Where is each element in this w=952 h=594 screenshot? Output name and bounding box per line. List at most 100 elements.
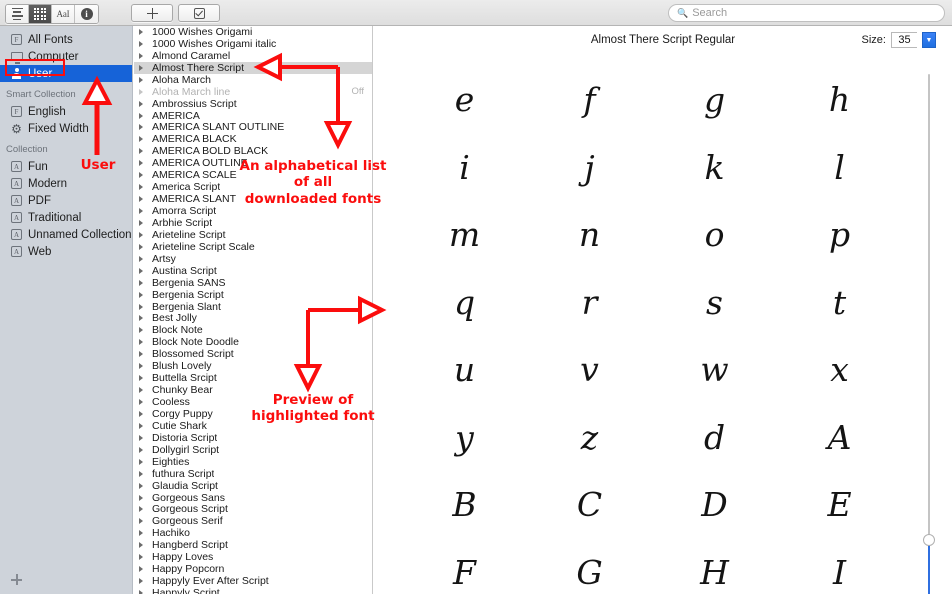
size-stepper-button[interactable]: ▼: [922, 32, 936, 48]
disclosure-triangle-icon[interactable]: [139, 542, 147, 549]
disclosure-triangle-icon[interactable]: [139, 399, 147, 406]
font-list-row[interactable]: Eighties: [134, 456, 372, 468]
glyph-cell[interactable]: o: [652, 201, 777, 269]
font-list-row[interactable]: Dollygirl Script: [134, 444, 372, 456]
disclosure-triangle-icon[interactable]: [139, 494, 147, 501]
disclosure-triangle-icon[interactable]: [139, 470, 147, 477]
glyph-cell[interactable]: m: [402, 201, 527, 269]
glyph-cell[interactable]: l: [777, 134, 902, 202]
disclosure-triangle-icon[interactable]: [139, 506, 147, 513]
font-list-row[interactable]: Happyly Ever After Script: [134, 575, 372, 587]
disclosure-triangle-icon[interactable]: [139, 219, 147, 226]
glyph-cell[interactable]: F: [402, 539, 527, 594]
glyph-cell[interactable]: g: [652, 66, 777, 134]
glyph-cell[interactable]: t: [777, 269, 902, 337]
font-list-row[interactable]: Happyly Script: [134, 587, 372, 594]
disclosure-triangle-icon[interactable]: [139, 279, 147, 286]
disclosure-triangle-icon[interactable]: [139, 351, 147, 358]
glyph-cell[interactable]: I: [777, 539, 902, 594]
disclosure-triangle-icon[interactable]: [139, 566, 147, 573]
sidebar-item-all-fonts[interactable]: F All Fonts: [0, 31, 132, 48]
disclosure-triangle-icon[interactable]: [139, 375, 147, 382]
glyph-cell[interactable]: q: [402, 269, 527, 337]
glyph-cell[interactable]: H: [652, 539, 777, 594]
disclosure-triangle-icon[interactable]: [139, 148, 147, 155]
glyph-cell[interactable]: y: [402, 404, 527, 472]
sidebar-item-traditional[interactable]: A Traditional: [0, 209, 132, 226]
glyph-cell[interactable]: h: [777, 66, 902, 134]
sidebar-item-unnamed-collection[interactable]: A Unnamed Collection: [0, 226, 132, 243]
glyph-cell[interactable]: k: [652, 134, 777, 202]
sidebar-item-web[interactable]: A Web: [0, 243, 132, 260]
font-list-row[interactable]: Aloha March line Off: [134, 86, 372, 98]
font-list-row[interactable]: Aloha March: [134, 74, 372, 86]
font-list-row[interactable]: Austina Script: [134, 265, 372, 277]
font-list-row[interactable]: Hachiko: [134, 527, 372, 539]
disclosure-triangle-icon[interactable]: [139, 124, 147, 131]
font-list-row[interactable]: Bergenia Script: [134, 289, 372, 301]
disclosure-triangle-icon[interactable]: [139, 231, 147, 238]
glyph-cell[interactable]: B: [402, 471, 527, 539]
size-slider[interactable]: [922, 74, 936, 594]
size-control[interactable]: Size: 35 ▼: [862, 32, 936, 48]
font-list-row[interactable]: AMERICA BOLD BLACK: [134, 145, 372, 157]
disclosure-triangle-icon[interactable]: [139, 303, 147, 310]
info-view-button[interactable]: i: [75, 5, 98, 23]
glyph-cell[interactable]: E: [777, 471, 902, 539]
list-view-button[interactable]: [6, 5, 29, 23]
glyph-cell[interactable]: i: [402, 134, 527, 202]
disclosure-triangle-icon[interactable]: [139, 172, 147, 179]
disclosure-triangle-icon[interactable]: [139, 40, 147, 47]
disclosure-triangle-icon[interactable]: [139, 410, 147, 417]
glyph-cell[interactable]: z: [527, 404, 652, 472]
font-list-row[interactable]: Happy Loves: [134, 551, 372, 563]
disclosure-triangle-icon[interactable]: [139, 291, 147, 298]
disclosure-triangle-icon[interactable]: [139, 267, 147, 274]
sidebar-item-pdf[interactable]: A PDF: [0, 192, 132, 209]
font-list-row[interactable]: Almost There Script: [134, 62, 372, 74]
font-list-row[interactable]: Hangberd Script: [134, 539, 372, 551]
disclosure-triangle-icon[interactable]: [139, 100, 147, 107]
add-font-button[interactable]: [131, 4, 173, 22]
add-collection-button[interactable]: [11, 574, 22, 585]
font-list-row[interactable]: Arbhie Script: [134, 217, 372, 229]
font-list-row[interactable]: 1000 Wishes Origami italic: [134, 38, 372, 50]
font-list-row[interactable]: Buttella Srcipt: [134, 372, 372, 384]
font-list-row[interactable]: Arieteline Script: [134, 229, 372, 241]
validate-font-button[interactable]: [178, 4, 220, 22]
font-list-row[interactable]: Arieteline Script Scale: [134, 241, 372, 253]
disclosure-triangle-icon[interactable]: [139, 363, 147, 370]
disclosure-triangle-icon[interactable]: [139, 434, 147, 441]
disclosure-triangle-icon[interactable]: [139, 136, 147, 143]
disclosure-triangle-icon[interactable]: [139, 196, 147, 203]
font-list-row[interactable]: Blossomed Script: [134, 348, 372, 360]
font-list-row[interactable]: Ambrossius Script: [134, 98, 372, 110]
disclosure-triangle-icon[interactable]: [139, 88, 147, 95]
disclosure-triangle-icon[interactable]: [139, 327, 147, 334]
disclosure-triangle-icon[interactable]: [139, 243, 147, 250]
font-list-row[interactable]: Happy Popcorn: [134, 563, 372, 575]
disclosure-triangle-icon[interactable]: [139, 482, 147, 489]
font-list-row[interactable]: AMERICA SLANT OUTLINE: [134, 121, 372, 133]
size-input[interactable]: 35: [891, 32, 917, 48]
font-list-row[interactable]: Gorgeous Script: [134, 503, 372, 515]
disclosure-triangle-icon[interactable]: [139, 255, 147, 262]
glyph-cell[interactable]: r: [527, 269, 652, 337]
grid-view-button[interactable]: [29, 5, 52, 23]
font-list-row[interactable]: Distoria Script: [134, 432, 372, 444]
font-list-row[interactable]: Bergenia Slant: [134, 301, 372, 313]
glyph-cell[interactable]: x: [777, 336, 902, 404]
disclosure-triangle-icon[interactable]: [139, 518, 147, 525]
font-list-row[interactable]: Gorgeous Sans: [134, 492, 372, 504]
disclosure-triangle-icon[interactable]: [139, 160, 147, 167]
disclosure-triangle-icon[interactable]: [139, 422, 147, 429]
search-input[interactable]: 🔍 Search: [668, 4, 945, 22]
sidebar-item-modern[interactable]: A Modern: [0, 175, 132, 192]
disclosure-triangle-icon[interactable]: [139, 112, 147, 119]
font-list-row[interactable]: Block Note: [134, 324, 372, 336]
font-list-row[interactable]: Artsy: [134, 253, 372, 265]
glyph-cell[interactable]: A: [777, 404, 902, 472]
disclosure-triangle-icon[interactable]: [139, 315, 147, 322]
disclosure-triangle-icon[interactable]: [139, 458, 147, 465]
font-list-row[interactable]: futhura Script: [134, 468, 372, 480]
